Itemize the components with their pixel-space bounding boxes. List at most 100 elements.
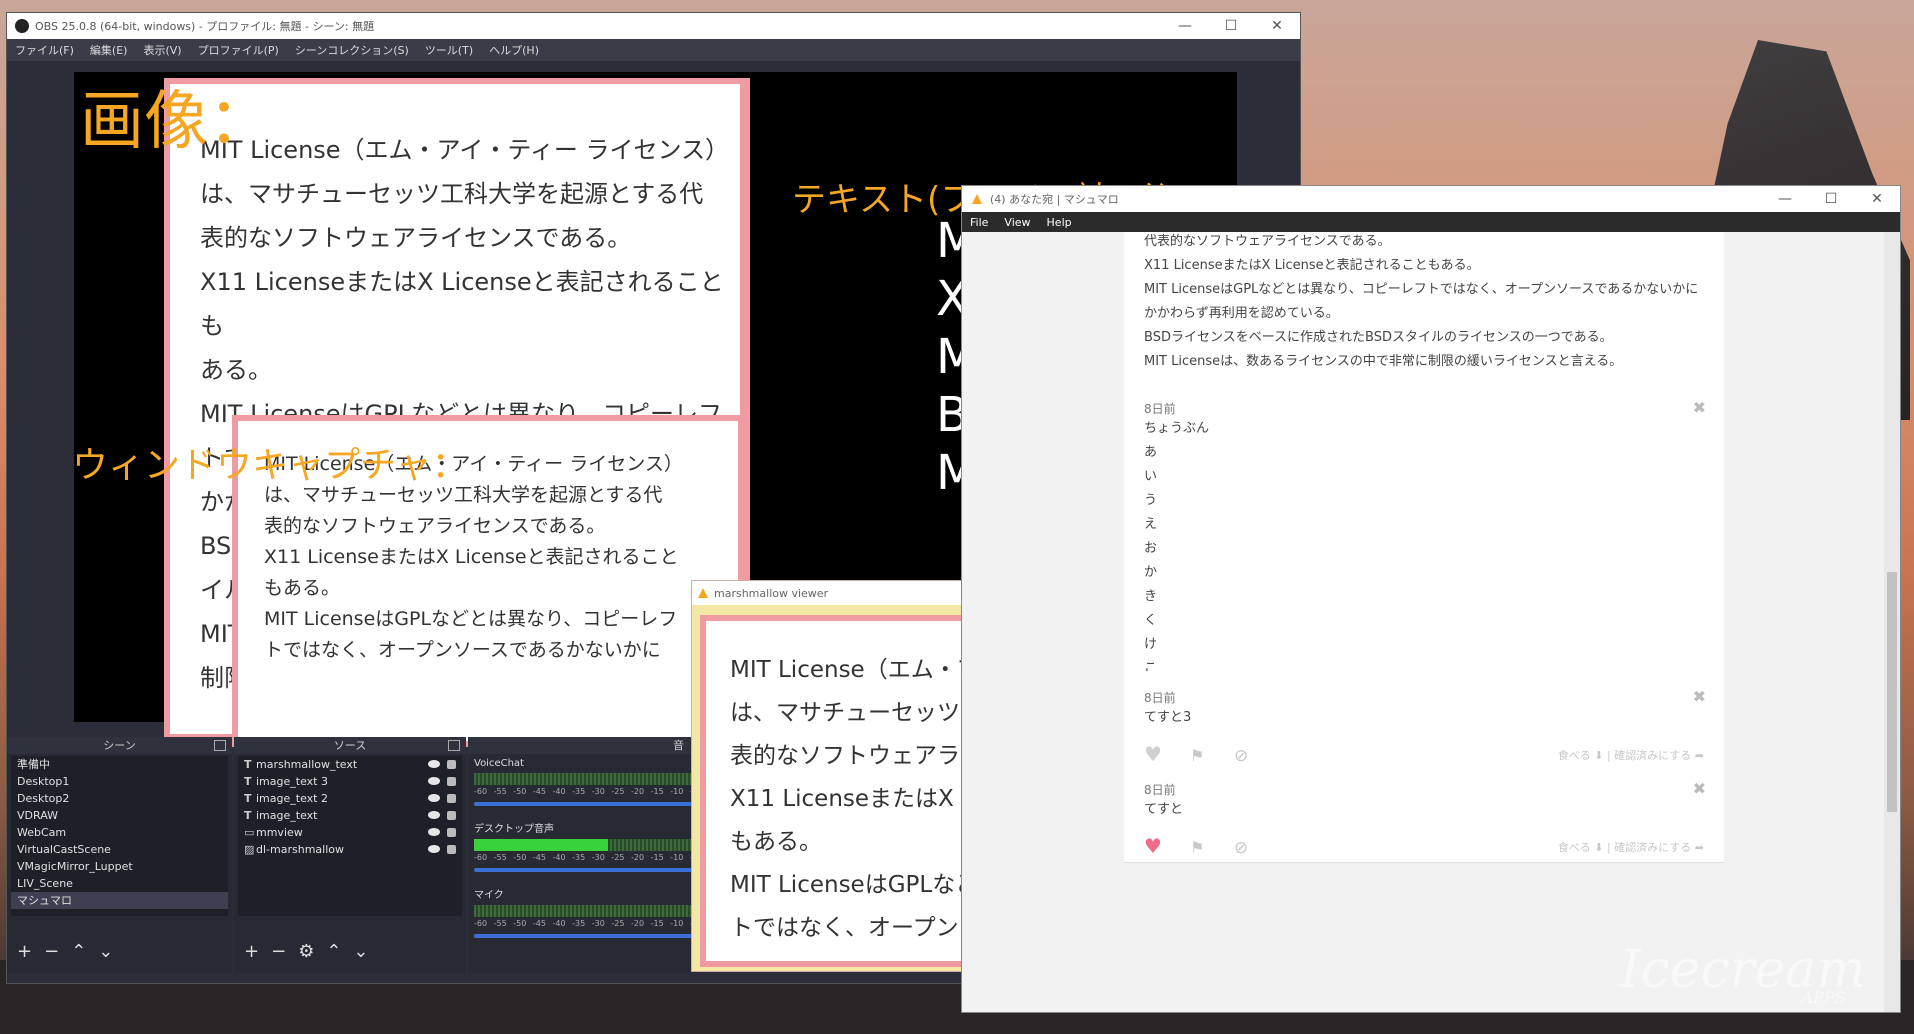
move-down-icon[interactable]: ⌄ — [98, 941, 113, 962]
menu-view[interactable]: View — [996, 216, 1038, 229]
scrollbar[interactable] — [1884, 232, 1900, 1012]
source-item[interactable]: Tmarshmallow_text — [238, 756, 462, 773]
block-icon[interactable]: ⊘ — [1234, 838, 1252, 858]
scene-item[interactable]: Desktop1 — [11, 773, 228, 790]
undock-icon[interactable] — [214, 740, 226, 751]
viewer-line: MIT License（エム・ア — [730, 657, 972, 683]
viewer-line: は、マサチューセッツ — [730, 700, 960, 726]
lock-icon[interactable] — [447, 777, 456, 786]
mixer-title: 音 — [673, 739, 684, 752]
lock-icon[interactable] — [447, 828, 456, 837]
meter-tick: -25 — [611, 853, 625, 862]
menu-edit[interactable]: 編集(E) — [82, 42, 136, 58]
source-item[interactable]: Timage_text 2 — [238, 790, 462, 807]
sources-dock: ソース Tmarshmallow_text Timage_text 3 Timage… — [234, 737, 466, 973]
close-icon[interactable]: ✖ — [1693, 687, 1706, 706]
undock-icon[interactable] — [448, 740, 460, 751]
menu-tools[interactable]: ツール(T) — [417, 42, 481, 58]
source-item[interactable]: ▨ dl-marshmallow — [238, 841, 462, 858]
close-icon[interactable]: ✖ — [1693, 779, 1706, 798]
volume-slider[interactable] — [474, 868, 698, 872]
viewer-line: もある。 — [730, 829, 822, 855]
move-up-icon[interactable]: ⌃ — [71, 941, 86, 962]
message-card: 8日前 ✖ てすと ♥ ⚑ ⊘ 食べる ⬇ | 確認済みにする ➦ — [1124, 763, 1724, 863]
heart-icon[interactable]: ♥ — [1144, 836, 1162, 856]
lock-icon[interactable] — [447, 845, 456, 854]
marshmallow-title-bar[interactable]: (4) あなた宛 | マシュマロ — ☐ ✕ — [962, 186, 1900, 212]
marshmallow-window: (4) あなた宛 | マシュマロ — ☐ ✕ File View Help 代表… — [962, 186, 1900, 1012]
remove-scene-icon[interactable]: − — [44, 941, 59, 962]
volume-slider[interactable] — [474, 802, 698, 806]
lock-icon[interactable] — [447, 794, 456, 803]
meter-tick: -10 — [670, 853, 684, 862]
heart-icon[interactable]: ♥ — [1144, 744, 1162, 764]
image-icon: ▨ — [244, 843, 255, 856]
eye-icon[interactable] — [428, 828, 440, 836]
viewer-line: MIT LicenseはGPLなど — [730, 872, 972, 898]
eye-icon[interactable] — [428, 811, 440, 819]
mixer-channel-name: VoiceChat — [474, 758, 524, 769]
eye-icon[interactable] — [428, 760, 440, 768]
marshmallow-logo-icon — [698, 588, 708, 598]
move-up-icon[interactable]: ⌃ — [326, 941, 341, 962]
lock-icon[interactable] — [447, 760, 456, 769]
eye-icon[interactable] — [428, 777, 440, 785]
add-scene-icon[interactable]: + — [17, 941, 32, 962]
volume-slider[interactable] — [474, 934, 698, 938]
menu-help[interactable]: ヘルプ(H) — [481, 42, 547, 58]
audio-level — [474, 839, 609, 851]
scene-item[interactable]: VMagicMirror_Luppet — [11, 858, 228, 875]
menu-file[interactable]: File — [962, 216, 996, 229]
meter-tick: -40 — [552, 919, 566, 928]
obs-title-bar[interactable]: OBS 25.0.8 (64-bit, windows) - プロファイル: 無… — [7, 13, 1300, 39]
eye-icon[interactable] — [428, 845, 440, 853]
menu-profile[interactable]: プロファイル(P) — [190, 42, 287, 58]
scene-item[interactable]: WebCam — [11, 824, 228, 841]
close-icon[interactable]: ✕ — [1854, 186, 1900, 212]
scene-item[interactable]: VirtualCastScene — [11, 841, 228, 858]
source-item[interactable]: ▭ mmview — [238, 824, 462, 841]
scene-item[interactable]: VDRAW — [11, 807, 228, 824]
gear-icon[interactable]: ⚙ — [298, 941, 314, 962]
source-item[interactable]: Timage_text 3 — [238, 773, 462, 790]
lock-icon[interactable] — [447, 811, 456, 820]
maximize-icon[interactable]: ☐ — [1208, 13, 1254, 39]
move-down-icon[interactable]: ⌄ — [353, 941, 368, 962]
text-icon: T — [244, 792, 252, 805]
message-line: お — [1144, 541, 1158, 556]
marshmallow-viewer-window: marshmallow viewer MIT License（エム・ア は、マサチ… — [691, 580, 973, 972]
minimize-icon[interactable]: — — [1762, 186, 1808, 212]
marshmallow-content[interactable]: 代表的なソフトウェアライセンスである。 X11 LicenseまたはX Licen… — [962, 232, 1900, 1012]
close-icon[interactable]: ✖ — [1693, 398, 1706, 417]
flag-icon[interactable]: ⚑ — [1190, 838, 1208, 857]
maximize-icon[interactable]: ☐ — [1808, 186, 1854, 212]
meter-ticks: -60-55-50-45-40-35-30-25-20-15-10-5 — [474, 853, 698, 862]
menu-file[interactable]: ファイル(F) — [7, 42, 82, 58]
meter-tick: -45 — [532, 787, 546, 796]
viewer-message-card: MIT License（エム・ア は、マサチューセッツ 表的なソフトウェアラ X11 … — [700, 615, 972, 967]
remove-source-icon[interactable]: − — [271, 941, 286, 962]
menu-scene-collection[interactable]: シーンコレクション(S) — [287, 42, 417, 58]
meter-tick: -30 — [591, 853, 605, 862]
scene-item[interactable]: 準備中 — [11, 756, 228, 773]
add-source-icon[interactable]: + — [244, 941, 259, 962]
flag-icon[interactable]: ⚑ — [1190, 746, 1208, 765]
minimize-icon[interactable]: — — [1162, 13, 1208, 39]
close-icon[interactable]: ✕ — [1254, 13, 1300, 39]
menu-view[interactable]: 表示(V) — [135, 42, 189, 58]
scrollbar-thumb[interactable] — [1887, 572, 1897, 812]
scene-item[interactable]: マシュマロ — [11, 892, 228, 909]
source-item[interactable]: Timage_text — [238, 807, 462, 824]
card-line: もある。 — [264, 577, 341, 599]
block-icon[interactable]: ⊘ — [1234, 746, 1252, 766]
eye-icon[interactable] — [428, 794, 440, 802]
menu-help[interactable]: Help — [1039, 216, 1080, 229]
card-line: MIT License（エム・アイ・ティー ライセンス） — [200, 136, 730, 164]
message-actions[interactable]: 食べる ⬇ | 確認済みにする ➦ — [1558, 839, 1704, 855]
scene-item[interactable]: Desktop2 — [11, 790, 228, 807]
message-actions[interactable]: 食べる ⬇ | 確認済みにする ➦ — [1558, 747, 1704, 763]
viewer-title-bar[interactable]: marshmallow viewer — [692, 581, 972, 605]
viewer-line: 表的なソフトウェアラ — [730, 743, 960, 769]
message-age: 8日前 — [1144, 691, 1176, 705]
scene-item[interactable]: LIV_Scene — [11, 875, 228, 892]
